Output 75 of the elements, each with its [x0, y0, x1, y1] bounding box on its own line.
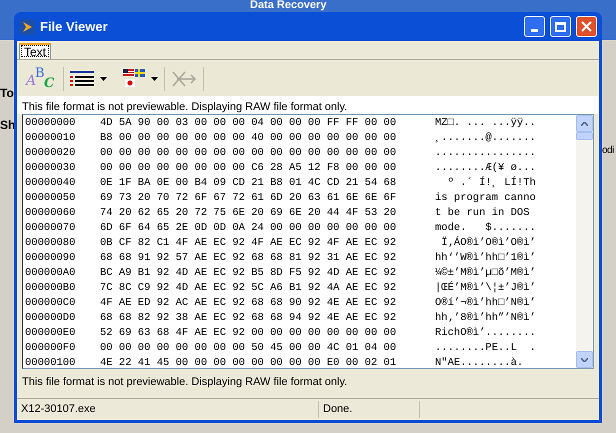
hex-offset: 00000000 — [25, 116, 76, 131]
info-message: This file format is not previewable. Displaying RAW file format only. — [17, 96, 599, 114]
info-message: This file format is not previewable. Displaying RAW file format only. — [21, 375, 348, 390]
ascii-text: |ŒÉ’M®ì’\¦±’J®ì’ — [435, 281, 536, 296]
hex-offset: 000000B0 — [25, 281, 76, 296]
ascii-text: mode. $....... — [435, 221, 536, 236]
ascii-text: ........PE..L . — [435, 341, 536, 356]
ascii-text: hh‘’W®ì’hh□’1®ì’ — [435, 251, 536, 266]
hex-bytes: 74 20 62 65 20 72 75 6E 20 69 6E 20 44 4F 53 20 — [100, 206, 398, 221]
hex-bytes: 0B CF 82 C1 4F AE EC 92 4F AE EC 92 4F AE EC 92 — [100, 236, 398, 251]
ascii-text: ¼©±’M®ì’µ□õ’M®ì’ — [435, 266, 536, 281]
ascii-text: º .´ Í!¸ LÍ!Th — [446, 176, 536, 191]
hex-offset: 00000040 — [25, 176, 76, 191]
background-text: odi — [602, 144, 614, 158]
scroll-thumb[interactable] — [576, 132, 593, 140]
hex-offset: 00000050 — [25, 191, 76, 206]
hex-offset: 00000020 — [25, 146, 76, 161]
background-text: To — [0, 85, 15, 102]
app-logo-icon — [19, 18, 35, 34]
hex-bytes: 00 00 00 00 00 00 00 00 50 45 00 00 4C 01 04 00 — [100, 341, 398, 356]
hex-offset: 000000E0 — [25, 326, 76, 341]
ascii-text: RichO®ì’........ — [435, 326, 536, 341]
hex-bytes: 68 68 82 92 38 AE EC 92 68 68 94 92 4E AE EC 92 — [100, 311, 398, 326]
flags-icon[interactable] — [123, 69, 145, 89]
window-title: File Viewer — [40, 18, 109, 36]
caret-icon[interactable] — [100, 77, 107, 81]
hex-offset: 00000080 — [25, 236, 76, 251]
hex-bytes: 00 00 00 00 00 00 00 00 C6 28 A5 12 F8 00 00 00 — [100, 161, 398, 176]
background-text: Sh — [0, 117, 16, 134]
hex-offset: 00000010 — [25, 131, 76, 146]
hex-offset: 000000C0 — [25, 296, 76, 311]
hex-bytes: BC A9 B1 92 4D AE EC 92 B5 8D F5 92 4D AE EC 92 — [100, 266, 398, 281]
hex-bytes: 7C 8C C9 92 4D AE EC 92 5C A6 B1 92 4A AE EC 92 — [100, 281, 398, 296]
hex-offset: 000000F0 — [25, 341, 76, 356]
status-text: Done. — [319, 401, 420, 418]
caret-icon[interactable] — [151, 77, 158, 81]
hex-offset: 000000A0 — [25, 266, 76, 281]
hex-bytes: 4E 22 41 45 00 00 00 00 00 00 00 00 E0 00 02 01 — [100, 356, 398, 371]
scroll-up-button[interactable] — [576, 115, 593, 132]
hex-bytes: 4D 5A 90 00 03 00 00 00 04 00 00 00 FF FF 00 00 — [100, 116, 398, 131]
close-button[interactable] — [576, 16, 597, 37]
hex-offset: 000000D0 — [25, 311, 76, 326]
ascii-text: ¸.......@....... — [435, 131, 536, 146]
background-title: Data Recovery — [250, 0, 326, 11]
ascii-text: t be run in DOS — [435, 206, 531, 221]
ascii-text: hh‚’8®ì’hh”’N®ì’ — [435, 311, 536, 326]
ascii-text: O®í’¬®ì’hh□’N®ì’ — [435, 296, 536, 311]
close-icon — [581, 21, 592, 32]
ascii-text: is program canno — [435, 191, 536, 206]
ascii-text: ................ — [435, 146, 536, 161]
hex-offset: 00000090 — [25, 251, 76, 266]
ascii-text: N"AE........à. — [435, 356, 524, 371]
hex-bytes: 52 69 63 68 4F AE EC 92 00 00 00 00 00 00 00 00 — [100, 326, 398, 341]
scrollbar[interactable] — [576, 115, 593, 368]
hex-bytes: 0E 1F BA 0E 00 B4 09 CD 21 B8 01 4C CD 21 54 68 — [100, 176, 398, 191]
hex-offset: 00000030 — [25, 161, 76, 176]
ascii-text: MZ□. ... ...ÿÿ.. — [435, 116, 536, 131]
minimize-button[interactable] — [524, 16, 545, 37]
ascii-text: ........Æ(¥ ø... — [435, 161, 536, 176]
hex-bytes: 00 00 00 00 00 00 00 00 00 00 00 00 00 00 00 00 — [100, 146, 398, 161]
hex-offset: 00000070 — [25, 221, 76, 236]
status-file: X12-30107.exe — [17, 401, 319, 418]
hex-offset: 00000060 — [25, 206, 76, 221]
list-icon[interactable] — [70, 71, 94, 87]
scroll-down-button[interactable] — [576, 351, 593, 368]
tab[interactable]: Text — [19, 43, 52, 59]
hex-offset: 00000100 — [25, 356, 76, 371]
ascii-text: Ï‚ÁO®ì’O®ì’O®ì’ — [440, 236, 536, 251]
hex-bytes: 4F AE ED 92 AC AE EC 92 68 68 90 92 4E AE EC 92 — [100, 296, 398, 311]
hex-bytes: 68 68 91 92 57 AE EC 92 68 68 81 92 31 AE EC 92 — [100, 251, 398, 266]
hex-bytes: B8 00 00 00 00 00 00 00 40 00 00 00 00 00 00 00 — [100, 131, 398, 146]
hex-bytes: 6D 6F 64 65 2E 0D 0D 0A 24 00 00 00 00 00 00 00 — [100, 221, 398, 236]
maximize-button[interactable] — [550, 16, 571, 37]
hex-bytes: 69 73 20 70 72 6F 67 72 61 6D 20 63 61 6E 6E 6F — [100, 191, 398, 206]
spell-check-button[interactable]: AB C — [25, 66, 57, 92]
